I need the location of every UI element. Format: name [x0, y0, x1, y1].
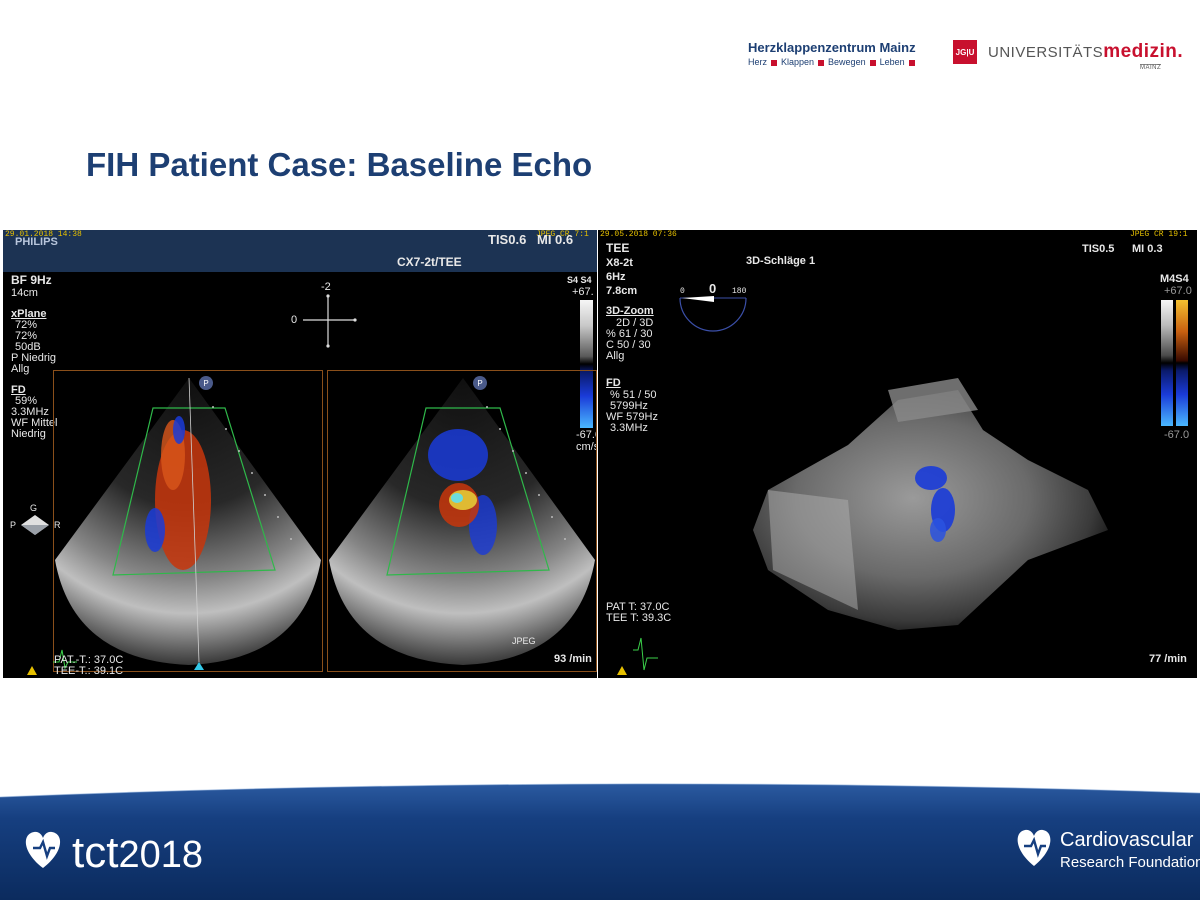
herzklappenzentrum-logo-title: Herzklappenzentrum Mainz [748, 40, 916, 55]
tct-logo: tct2018 [72, 828, 203, 878]
heart-rate: 93 /min [554, 653, 592, 665]
jpeg-label: JPEG [512, 636, 536, 646]
tee-temperature: TEE-T.: 39.1C [54, 665, 124, 677]
tagline-word: Herz [748, 57, 768, 67]
3d-volume-render [617, 378, 1108, 675]
uni-city: MAINZ [1140, 64, 1162, 71]
doppler-jet-mosaic-right [451, 493, 463, 503]
left-echo-image: 29.01.2018 14:38 JPEG CR 7:1 PHILIPS TIS… [3, 230, 597, 678]
jgu-logo: JG|U [953, 40, 977, 64]
probe-marker-icon: P [473, 376, 487, 390]
uni-suffix: medizin. [1103, 41, 1184, 62]
slide-title: FIH Patient Case: Baseline Echo [86, 146, 593, 183]
uni-prefix: UNIVERSITÄTS [988, 44, 1104, 61]
warning-icon [27, 666, 37, 675]
tagline-square-icon [869, 59, 876, 66]
doppler-jet-blue-right [428, 429, 488, 481]
herzklappenzentrum-tagline: Herz Klappen Bewegen Leben [748, 57, 919, 67]
tct-brand: tct [72, 828, 119, 877]
tagline-square-icon [818, 59, 825, 66]
tct-year: 2018 [118, 834, 203, 876]
tee-temperature: TEE T: 39.3C [606, 612, 672, 624]
doppler-jet-blue-left [173, 416, 185, 444]
foundation-name-line2: Research Foundation [1060, 854, 1200, 871]
tagline-word: Leben [879, 57, 905, 67]
tct-heart-logo-icon [25, 831, 61, 868]
echo-sector-images [27, 377, 595, 675]
right-echo-image: 29.05.2018 07:36 JPEG CR 19:1 TEE X8-2t … [598, 230, 1197, 678]
doppler-jet-blue-left [145, 508, 165, 552]
crf-heart-logo-icon [1017, 829, 1051, 866]
tagline-word: Klappen [781, 57, 815, 67]
tagline-square-icon [908, 59, 915, 66]
probe-marker-icon: P [199, 376, 213, 390]
universitaetsmedizin-logo: UNIVERSITÄTSmedizin. [988, 41, 1183, 63]
tagline-square-icon [771, 59, 778, 66]
foundation-name-line1: Cardiovascular [1060, 829, 1194, 851]
heart-rate: 77 /min [1149, 653, 1187, 665]
tagline-word: Bewegen [828, 57, 866, 67]
